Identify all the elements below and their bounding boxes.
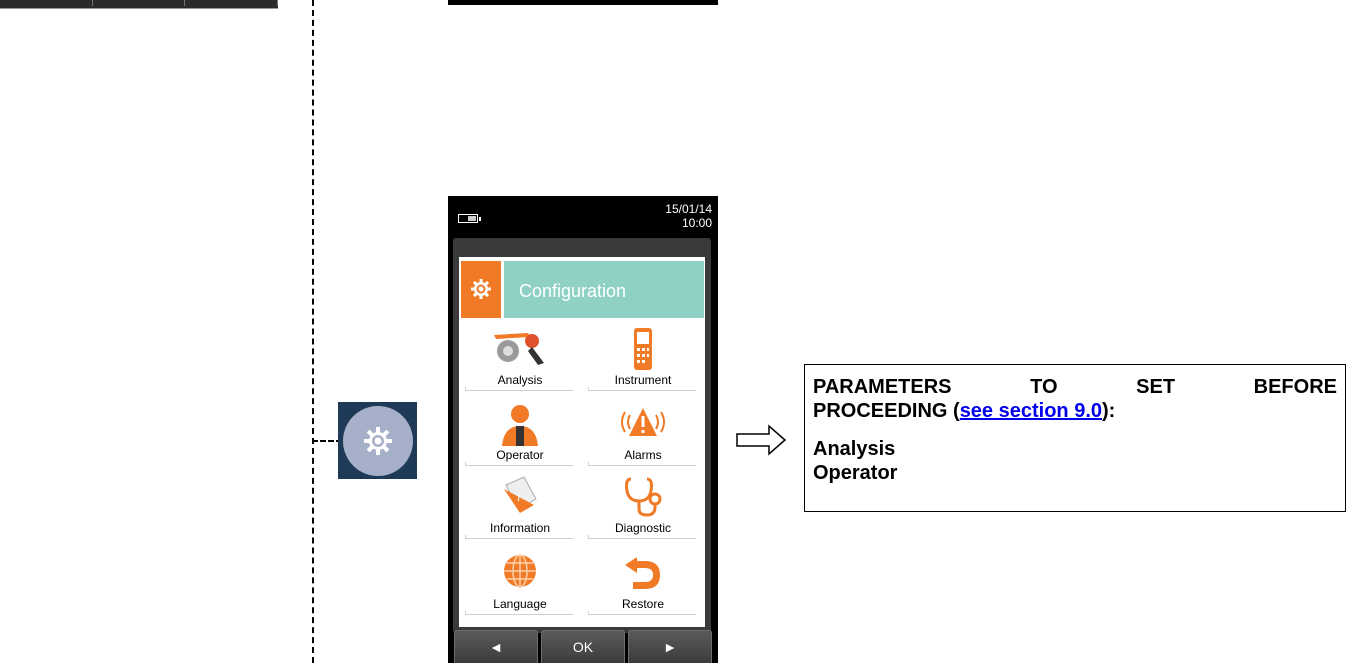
divider <box>465 611 573 615</box>
softkey-left[interactable]: ◄ <box>454 630 538 663</box>
menu-label: Operator <box>496 448 544 462</box>
header-bar: Configuration <box>504 261 704 318</box>
menu-item-alarms[interactable]: Alarms <box>584 398 702 468</box>
gear-icon <box>364 427 392 455</box>
menu-label: Diagnostic <box>614 521 672 535</box>
heading-word: BEFORE <box>1253 376 1337 398</box>
divider <box>465 535 573 539</box>
divider <box>588 611 696 615</box>
section-link[interactable]: see section 9.0 <box>960 400 1102 422</box>
divider <box>588 387 696 391</box>
parameter-item: Operator <box>813 462 898 484</box>
info-heading-line2: PROCEEDING (see section 9.0): <box>813 399 1337 423</box>
parameters-info-box: PARAMETERS TO SET BEFORE PROCEEDING (see… <box>804 364 1346 512</box>
divider <box>465 387 573 391</box>
menu-item-instrument[interactable]: Instrument <box>584 323 702 393</box>
page-title: Configuration <box>519 281 627 301</box>
softkey-ok[interactable]: OK <box>541 630 625 663</box>
menu-item-restore[interactable]: Restore <box>584 547 702 617</box>
heading-text: PROCEEDING ( <box>813 400 960 422</box>
menu-label: Analysis <box>497 373 543 387</box>
softkey-right[interactable]: ► <box>628 630 712 663</box>
analysis-icon <box>494 333 544 365</box>
header-gear-icon <box>461 261 501 318</box>
alarms-icon <box>621 408 665 436</box>
battery-icon <box>458 214 481 223</box>
menu-item-analysis[interactable]: Analysis <box>461 323 579 393</box>
settings-circle <box>343 406 413 476</box>
heading-word: PARAMETERS <box>813 376 952 398</box>
configuration-panel: Configuration Analysis Instrument Operat… <box>459 257 705 627</box>
parameter-list: Analysis Operator <box>813 437 1337 485</box>
date: 15/01/14 <box>665 202 712 216</box>
divider <box>588 462 696 466</box>
dashed-vertical-line <box>312 0 314 663</box>
heading-text: ): <box>1102 400 1116 422</box>
stethoscope-icon <box>625 477 662 517</box>
instrument-icon <box>634 328 652 370</box>
top-tab-strip <box>0 0 279 9</box>
globe-icon <box>504 554 536 588</box>
settings-button[interactable] <box>338 402 417 479</box>
datetime: 15/01/14 10:00 <box>665 202 712 230</box>
operator-icon <box>502 405 538 446</box>
screen-frame: Configuration Analysis Instrument Operat… <box>453 238 711 633</box>
menu-label: Language <box>493 597 547 611</box>
parameter-item: Analysis <box>813 438 896 460</box>
right-arrow-icon <box>736 424 787 456</box>
menu-label: Instrument <box>614 373 672 387</box>
time: 10:00 <box>681 216 712 230</box>
menu-item-language[interactable]: Language <box>461 547 579 617</box>
info-heading-line1: PARAMETERS TO SET BEFORE <box>813 375 1337 399</box>
divider <box>465 462 573 466</box>
information-icon: i <box>504 476 537 513</box>
heading-word: SET <box>1136 376 1176 398</box>
menu-label: Restore <box>621 597 665 611</box>
menu-label: Alarms <box>624 448 662 462</box>
restore-icon <box>625 557 660 589</box>
device-screen: 15/01/14 10:00 Configuration Analysis In… <box>448 196 718 663</box>
divider <box>588 535 696 539</box>
menu-label: Information <box>489 521 551 535</box>
svg-text:i: i <box>517 490 520 504</box>
previous-screen-edge <box>448 0 718 5</box>
heading-word: TO <box>1030 376 1058 398</box>
menu-item-operator[interactable]: Operator <box>461 398 579 468</box>
menu-item-diagnostic[interactable]: Diagnostic <box>584 471 702 541</box>
softkey-bar: ◄ OK ► <box>454 630 712 663</box>
menu-item-information[interactable]: i Information <box>461 471 579 541</box>
